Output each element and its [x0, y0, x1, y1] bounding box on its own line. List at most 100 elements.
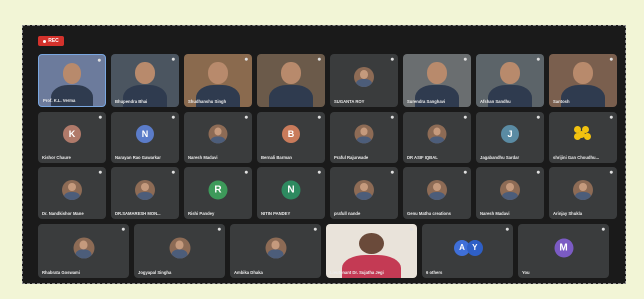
participant-name: Rhabrata Goswami	[42, 270, 80, 275]
participant-tile[interactable]: K ⬤ Kishor Chaure	[38, 112, 106, 163]
participant-tile[interactable]: ⬤ Santosh	[549, 54, 617, 107]
participant-tile[interactable]: R ⬤ Rishi Pandey	[184, 167, 252, 219]
mic-muted-icon: ⬤	[536, 170, 540, 174]
participant-tile[interactable]: N ⬤ NITIN PANDEY	[257, 167, 325, 219]
participant-tile[interactable]: N ⬤ Narayan Rao Gawarkar	[111, 112, 179, 163]
person-body	[429, 191, 445, 200]
participant-name: SUGANTA ROY	[334, 99, 365, 104]
person-body	[267, 249, 284, 259]
participant-name: DR ASIF IQBAL	[407, 155, 438, 160]
participant-avatar-photo	[169, 237, 190, 259]
person-head	[135, 62, 155, 84]
participant-tile[interactable]: A Y ⬤ 6 others	[422, 224, 513, 278]
person-body	[429, 136, 445, 144]
mic-muted-icon: ⬤	[409, 227, 413, 231]
recording-label: REC	[48, 38, 59, 44]
participant-tile[interactable]: ⬤ shrijini Gan Choudhu...	[549, 112, 617, 163]
mic-muted-icon: ⬤	[601, 227, 605, 231]
participant-name: Rishi Pandey	[188, 211, 215, 216]
person-head	[141, 182, 149, 192]
participant-initial-avatar: R	[208, 180, 228, 200]
participant-avatar-photo	[354, 124, 374, 144]
person-body	[64, 191, 80, 200]
participant-tile[interactable]: ⬤ DR ASIF IQBAL	[403, 112, 471, 163]
person-head	[62, 63, 82, 84]
person-body	[75, 249, 92, 259]
mic-muted-icon: ⬤	[244, 57, 248, 61]
participant-avatar-photo	[427, 179, 447, 200]
participant-name: Jagabandhu Sardar	[480, 155, 520, 160]
participant-tile[interactable]: ⬤ Genu Mathu creations	[403, 167, 471, 219]
mic-muted-icon: ⬤	[463, 115, 467, 119]
mic-muted-icon: ⬤	[313, 227, 317, 231]
participant-name: Jogyapal Singha	[138, 270, 172, 275]
participant-avatar-photo	[135, 179, 155, 200]
participant-tile[interactable]: ⬤ Naresh Madavi	[476, 167, 544, 219]
participant-tile[interactable]: ⬤ Shudhanshu Singh	[184, 54, 252, 107]
person-head	[281, 62, 301, 84]
mic-muted-icon: ⬤	[317, 115, 321, 119]
participant-tile[interactable]: ⬤ Lieutenant Dr. Sujatha Jegi	[326, 224, 417, 278]
flower-petal	[574, 133, 581, 141]
person-head	[573, 62, 593, 84]
participant-name: Prof. K.L. Verma	[43, 98, 76, 103]
participant-tile[interactable]: ⬤ DR.SAMARESH MON...	[111, 167, 179, 219]
person-head	[433, 182, 441, 192]
participant-name: Lieutenant Dr. Sujatha Jegi	[330, 270, 384, 275]
participant-tile[interactable]: ⬤ SUGANTA ROY	[330, 54, 398, 107]
person-head	[214, 127, 222, 136]
person-head	[68, 182, 76, 192]
participant-avatar-photo	[354, 179, 374, 200]
participant-tile[interactable]: ⬤ Surendra Sanghavi	[403, 54, 471, 107]
mic-muted-icon: ⬤	[171, 57, 175, 61]
participant-tile[interactable]: ⬤ Ambika Dhaka	[230, 224, 321, 278]
participant-avatar-photo	[208, 124, 228, 144]
mic-muted-icon: ⬤	[463, 170, 467, 174]
participant-tile[interactable]: ⬤ Arinjay Shukla	[549, 167, 617, 219]
record-dot-icon	[43, 39, 47, 43]
person-head	[579, 182, 587, 192]
participant-tile[interactable]: ⬤ Bhupendra Bhai	[111, 54, 179, 107]
participant-avatar-photo	[427, 124, 447, 144]
mic-muted-icon: ⬤	[244, 170, 248, 174]
participant-tile[interactable]: ⬤ Praful Rajurwade	[330, 112, 398, 163]
participant-tile[interactable]: B ⬤ Bernali Barman	[257, 112, 325, 163]
mic-muted-icon: ⬤	[171, 115, 175, 119]
participant-tile[interactable]: ⬤ Dr. Nandkishor Mane	[38, 167, 106, 219]
person-head	[360, 182, 368, 192]
person-body	[356, 191, 372, 200]
mic-muted-icon: ⬤	[244, 115, 248, 119]
participant-tile[interactable]: ⬤	[257, 54, 325, 107]
person-head	[500, 62, 520, 84]
participant-name: Naresh Madavi	[480, 211, 510, 216]
participant-tile[interactable]: M ⬤ You	[518, 224, 609, 278]
person-body	[137, 191, 153, 200]
person-body	[269, 84, 313, 107]
person-head	[433, 127, 441, 136]
mic-muted-icon: ⬤	[317, 57, 321, 61]
participant-tile[interactable]: ⬤ prafull nande	[330, 167, 398, 219]
participant-name: Praful Rajurwade	[334, 155, 369, 160]
participant-name: Arinjay Shukla	[553, 211, 583, 216]
mic-muted-icon: ⬤	[463, 57, 467, 61]
mic-muted-icon: ⬤	[609, 170, 613, 174]
participant-avatar-photo	[265, 237, 286, 259]
participant-tile[interactable]: ⬤ Afshan Sandhu	[476, 54, 544, 107]
participant-name: Surendra Sanghavi	[407, 99, 446, 104]
others-avatar: Y	[466, 239, 483, 256]
person-head	[208, 62, 228, 84]
participant-initial-avatar: N	[281, 180, 301, 200]
mic-muted-icon: ⬤	[609, 57, 613, 61]
participant-tile[interactable]: J ⬤ Jagabandhu Sardar	[476, 112, 544, 163]
participant-name: NITIN PANDEY	[261, 211, 291, 216]
person-head	[271, 240, 280, 249]
participant-tile[interactable]: ⬤ Naresh Madavi	[184, 112, 252, 163]
person-body	[356, 79, 372, 88]
mic-muted-icon: ⬤	[217, 227, 221, 231]
mic-muted-icon: ⬤	[390, 115, 394, 119]
participant-initial-avatar: N	[136, 125, 154, 144]
participant-tile[interactable]: ⬤ Prof. K.L. Verma	[38, 54, 106, 107]
participant-tile[interactable]: ⬤ Jogyapal Singha	[134, 224, 225, 278]
participant-tile[interactable]: ⬤ Rhabrata Goswami	[38, 224, 129, 278]
participant-initial-avatar: J	[501, 125, 519, 144]
